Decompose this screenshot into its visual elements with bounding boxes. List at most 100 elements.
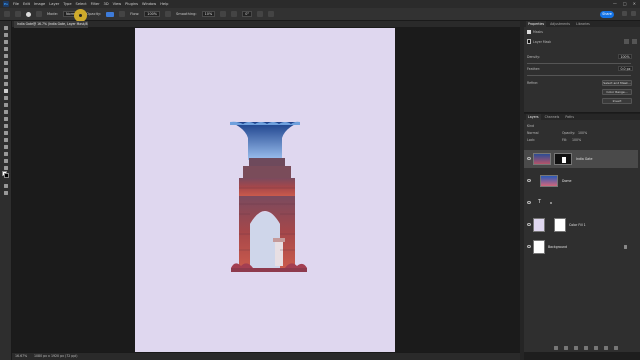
visibility-eye-icon[interactable] [527, 157, 531, 160]
kind-filter[interactable]: Kind [527, 124, 534, 128]
menu-select[interactable]: Select [76, 2, 87, 6]
type-layer-icon[interactable]: T [538, 199, 541, 205]
layer-name[interactable]: Background [548, 245, 567, 249]
layer-row-background[interactable]: Background [524, 238, 638, 256]
quick-mask-tool[interactable] [3, 183, 9, 188]
flow-field[interactable]: 100% [144, 11, 160, 17]
layer-row-dome[interactable]: Dome [524, 172, 638, 190]
marquee-tool[interactable] [3, 39, 9, 44]
menu-view[interactable]: View [113, 2, 122, 6]
airbrush-icon[interactable] [119, 11, 126, 17]
search-icon[interactable] [622, 11, 627, 16]
smoothing-options-icon[interactable] [220, 11, 227, 17]
lasso-tool[interactable] [3, 46, 9, 51]
symmetry-icon[interactable] [268, 11, 275, 17]
home-icon[interactable] [4, 11, 10, 17]
feather-slider[interactable] [527, 75, 631, 76]
pen-tool[interactable] [3, 137, 9, 142]
tab-paths[interactable]: Paths [563, 114, 576, 120]
visibility-eye-icon[interactable] [527, 223, 531, 226]
tab-libraries[interactable]: Libraries [574, 21, 592, 27]
opacity-pressure-icon[interactable] [106, 11, 115, 17]
healing-tool[interactable] [3, 81, 9, 86]
pixel-mask-icon[interactable] [632, 39, 637, 44]
fill-value[interactable]: 100% [572, 138, 581, 142]
airbrush-toggle-icon[interactable] [165, 11, 171, 17]
add-mask-icon[interactable] [574, 346, 578, 350]
new-layer-icon[interactable] [604, 346, 608, 350]
density-field[interactable]: 100% [618, 54, 633, 59]
brush-settings-icon[interactable] [36, 11, 42, 17]
layer-name[interactable]: Dome [562, 179, 571, 183]
layer-name[interactable]: India Gate [576, 157, 592, 161]
close-button[interactable]: ✕ [633, 1, 636, 6]
dodge-tool[interactable] [3, 130, 9, 135]
layer-row-color-fill[interactable]: Color Fill 1 [524, 216, 638, 234]
vector-mask-icon[interactable] [624, 39, 629, 44]
history-brush-tool[interactable] [3, 102, 9, 107]
tab-properties[interactable]: Properties [526, 21, 547, 27]
angle-field[interactable]: 0° [242, 11, 253, 17]
menu-file[interactable]: File [13, 2, 19, 6]
folder-icon[interactable] [594, 346, 598, 350]
menu-window[interactable]: Window [142, 2, 156, 6]
menu-help[interactable]: Help [160, 2, 168, 6]
shape-tool[interactable] [3, 158, 9, 163]
type-tool[interactable] [3, 144, 9, 149]
frame-tool[interactable] [3, 67, 9, 72]
eraser-tool[interactable] [3, 109, 9, 114]
tab-adjustments[interactable]: Adjustments [548, 21, 572, 27]
hand-tool[interactable] [3, 165, 9, 170]
blur-tool[interactable] [3, 123, 9, 128]
menu-plugins[interactable]: Plugins [125, 2, 138, 6]
fill-mask-thumbnail[interactable] [554, 218, 566, 232]
workspace-icon[interactable] [631, 11, 636, 16]
crop-tool[interactable] [3, 60, 9, 65]
menu-layer[interactable]: Layer [49, 2, 59, 6]
minimize-button[interactable]: — [613, 1, 617, 6]
visibility-eye-icon[interactable] [527, 245, 531, 248]
share-button[interactable]: Share [600, 11, 614, 18]
photoshop-logo[interactable]: Ps [3, 1, 9, 7]
screen-mode-tool[interactable] [3, 190, 9, 195]
link-icon[interactable] [554, 346, 558, 350]
menu-image[interactable]: Image [34, 2, 45, 6]
document-canvas[interactable] [135, 28, 395, 352]
zoom-level[interactable]: 16.67% [15, 354, 27, 358]
path-selection-tool[interactable] [3, 151, 9, 156]
background-color-swatch[interactable] [4, 173, 9, 178]
menu-type[interactable]: Type [63, 2, 71, 6]
menu-edit[interactable]: Edit [23, 2, 30, 6]
maximize-button[interactable]: □ [623, 1, 627, 6]
blend-mode-select[interactable]: Normal [527, 131, 539, 135]
tab-channels[interactable]: Channels [543, 114, 562, 120]
density-slider[interactable] [527, 63, 631, 64]
brush-preset-icon[interactable] [26, 11, 31, 17]
eyedropper-tool[interactable] [3, 74, 9, 79]
layer-mask-thumbnail[interactable] [554, 153, 572, 165]
select-and-mask-button[interactable]: Select and Mask... [602, 80, 632, 86]
brush-tool-icon[interactable] [15, 11, 21, 17]
visibility-eye-icon[interactable] [527, 179, 531, 182]
visibility-eye-icon[interactable] [527, 201, 531, 204]
angle-icon[interactable] [231, 11, 238, 17]
brush-tool[interactable] [3, 88, 9, 93]
menu-3d[interactable]: 3D [104, 2, 109, 6]
gradient-tool[interactable] [3, 116, 9, 121]
pressure-size-icon[interactable] [257, 11, 264, 17]
move-tool[interactable] [3, 25, 9, 30]
layer-effects-icon[interactable] [550, 202, 552, 204]
document-tab[interactable]: India Gate@ 16.7% (India Gate, Layer Mas… [14, 21, 88, 28]
layer-opacity-value[interactable]: 100% [578, 131, 587, 135]
feather-field[interactable]: 0.0 px [618, 66, 633, 71]
tab-layers[interactable]: Layers [526, 114, 541, 120]
clone-stamp-tool[interactable] [3, 95, 9, 100]
quick-select-tool[interactable] [3, 53, 9, 58]
adjustment-icon[interactable] [584, 346, 588, 350]
smoothing-field[interactable]: 10% [201, 11, 216, 17]
menu-filter[interactable]: Filter [91, 2, 100, 6]
layer-row-type[interactable]: T [524, 194, 638, 212]
layer-row-india-gate[interactable]: India Gate [524, 150, 638, 168]
fx-icon[interactable] [564, 346, 568, 350]
layer-name[interactable]: Color Fill 1 [569, 223, 586, 227]
